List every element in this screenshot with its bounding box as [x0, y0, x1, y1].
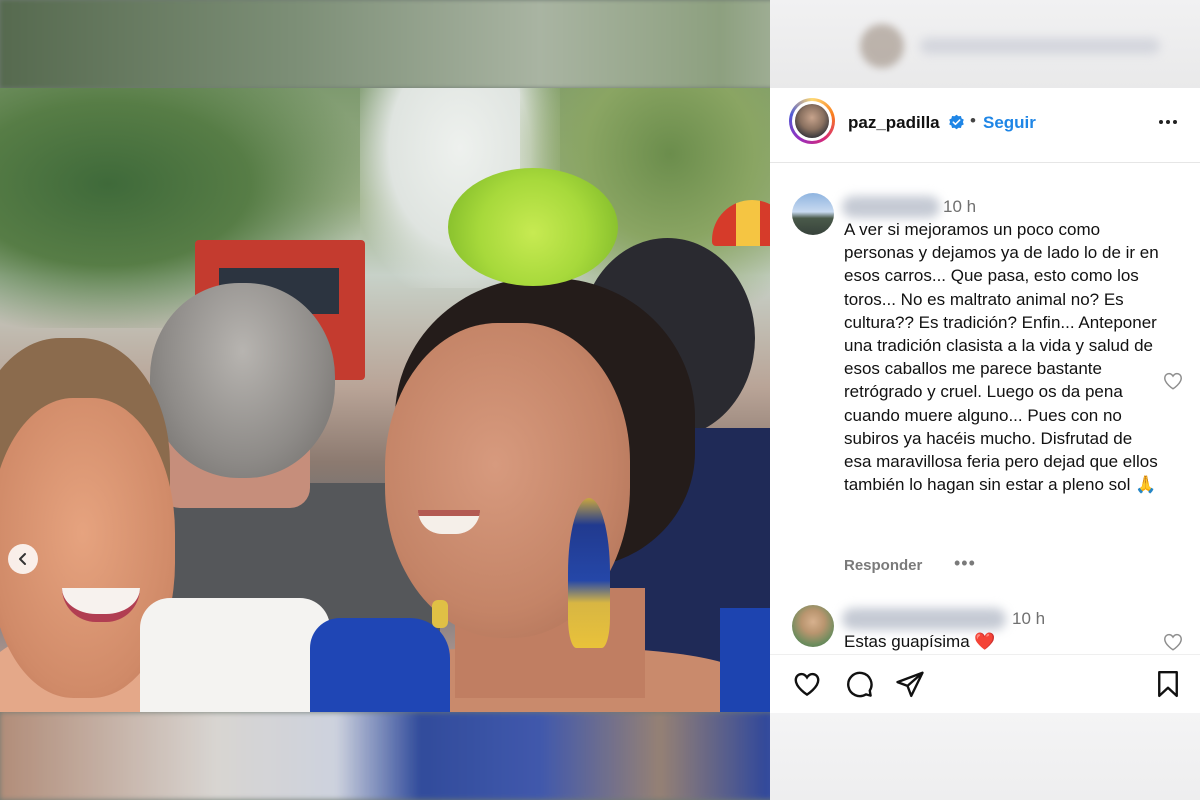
- more-options-icon[interactable]: [1156, 110, 1180, 134]
- comment-more-button[interactable]: •••: [954, 553, 976, 574]
- author-username[interactable]: paz_padilla: [848, 113, 940, 133]
- blurred-panel-bottom: [770, 712, 1200, 800]
- commenter-avatar[interactable]: [792, 605, 834, 647]
- post-header: paz_padilla • Seguir: [770, 88, 1200, 163]
- post-photo[interactable]: [0, 88, 770, 712]
- comment-time: 10 h: [1012, 609, 1046, 628]
- blurred-username: [842, 196, 940, 218]
- header-separator: •: [970, 111, 976, 130]
- photo-green-flower: [448, 168, 618, 286]
- photo-blue-dress-sleeve: [310, 618, 450, 712]
- comment-text: A ver si mejoramos un poco como personas…: [844, 220, 1164, 495]
- carousel-prev-button[interactable]: [8, 544, 38, 574]
- photo-man-gray-hair: [150, 283, 335, 478]
- heart-icon[interactable]: [792, 669, 822, 699]
- share-icon[interactable]: [895, 669, 925, 699]
- author-avatar[interactable]: [789, 98, 835, 144]
- comment-time: 10 h: [943, 197, 977, 216]
- follow-button[interactable]: Seguir: [983, 113, 1036, 133]
- photo-blue-dress-right: [720, 608, 770, 712]
- commenter-avatar[interactable]: [792, 193, 834, 235]
- chevron-left-icon: [19, 553, 26, 565]
- photo-white-fabric: [140, 598, 330, 712]
- comment-icon[interactable]: [844, 669, 874, 699]
- comment-text: Estas guapísima ❤️: [844, 632, 996, 651]
- heart-icon[interactable]: [1162, 370, 1184, 392]
- reply-button[interactable]: Responder: [844, 557, 922, 574]
- bookmark-icon[interactable]: [1153, 669, 1183, 699]
- photo-earring-small: [432, 600, 448, 628]
- blurred-name-bar: [920, 38, 1160, 54]
- verified-badge-icon: [949, 114, 964, 130]
- heart-icon[interactable]: [1162, 631, 1184, 653]
- post-actions-bar: [770, 654, 1200, 713]
- blurred-username: [842, 608, 1006, 630]
- photo-earring: [568, 498, 610, 648]
- post-side-panel: paz_padilla • Seguir 10 h A ver si mejor…: [770, 88, 1200, 713]
- blurred-avatar: [860, 24, 904, 68]
